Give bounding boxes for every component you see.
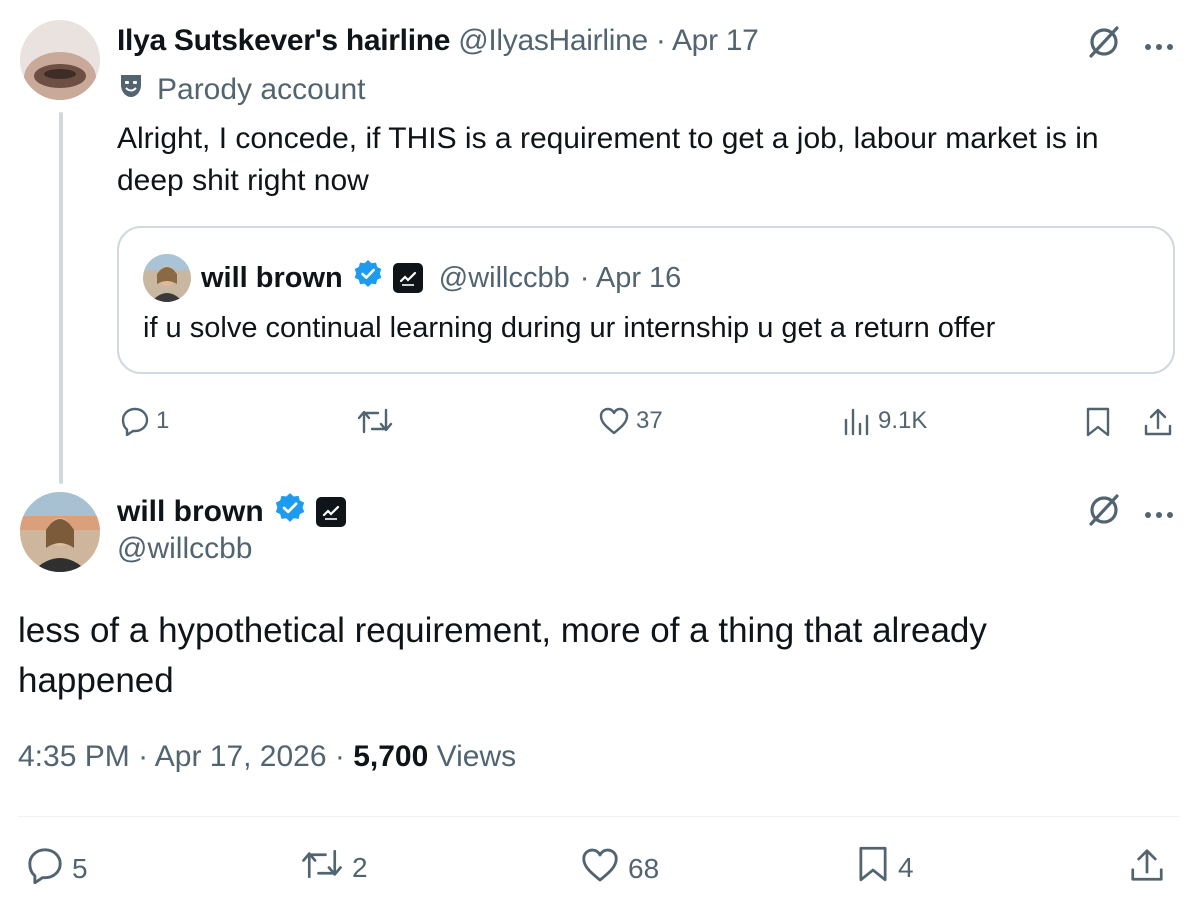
repost-icon <box>356 406 394 436</box>
repost-action[interactable]: 2 <box>300 846 368 889</box>
heart-icon <box>580 846 620 891</box>
reply-icon <box>120 406 150 436</box>
reply-count: 1 <box>156 407 170 434</box>
reply-action[interactable]: 1 <box>120 406 169 436</box>
views-icon <box>842 406 872 436</box>
grok-icon[interactable] <box>1086 492 1122 533</box>
share-icon <box>1142 406 1174 438</box>
heart-icon <box>598 406 630 436</box>
reply-icon <box>26 846 64 891</box>
bookmark-action[interactable]: 4 <box>856 844 914 891</box>
tweet-views-label: Views <box>436 740 517 773</box>
quote-date[interactable]: · Apr 16 <box>580 262 682 295</box>
parent-display-name[interactable]: Ilya Sutskever's hairline <box>117 24 450 57</box>
repost-action[interactable] <box>356 406 394 436</box>
tweet-metadata: 4:35 PM · Apr 17, 2026 · 5,700 Views <box>18 740 516 774</box>
bookmark-action[interactable] <box>1084 406 1112 438</box>
views-action[interactable]: 9.1K <box>842 406 927 436</box>
tweet-views-count: 5,700 <box>353 740 429 773</box>
parent-tweet-text: Alright, I concede, if THIS is a require… <box>117 122 1099 197</box>
like-count: 37 <box>636 407 663 434</box>
reply-display-name[interactable]: will brown <box>117 495 264 529</box>
reply-action[interactable]: 5 <box>26 846 88 891</box>
like-action[interactable]: 68 <box>580 846 659 891</box>
like-action[interactable]: 37 <box>598 406 663 436</box>
views-count: 9.1K <box>878 407 928 434</box>
quote-tweet-text: if u solve continual learning during ur … <box>143 312 996 344</box>
affiliation-badge-icon <box>392 263 423 293</box>
affiliation-badge-icon <box>315 497 346 527</box>
quote-handle[interactable]: @willccbb <box>439 262 570 295</box>
avatar-will-brown[interactable] <box>20 492 100 572</box>
share-icon <box>1128 846 1166 891</box>
thread-line <box>59 112 63 484</box>
parent-date[interactable]: · Apr 17 <box>656 24 759 57</box>
avatar-ilyas-hairline[interactable] <box>20 20 100 100</box>
reply-tweet-text: less of a hypothetical requirement, more… <box>18 611 987 700</box>
verified-badge-icon <box>353 259 383 297</box>
quote-display-name[interactable]: will brown <box>201 262 343 295</box>
quote-avatar <box>143 254 191 302</box>
reply-author-line: will brown <box>117 492 346 532</box>
more-options-icon[interactable] <box>1144 38 1174 56</box>
like-count: 68 <box>628 852 660 884</box>
parody-label: Parody account <box>157 73 366 106</box>
quote-tweet-card[interactable]: will brown @willccbb · Apr 16 if u solve… <box>117 226 1175 374</box>
bookmark-count: 4 <box>898 851 914 883</box>
share-action[interactable] <box>1128 846 1166 891</box>
divider <box>18 816 1180 817</box>
reply-handle[interactable]: @willccbb <box>117 532 252 566</box>
grok-icon[interactable] <box>1086 24 1122 65</box>
more-options-icon[interactable] <box>1144 506 1174 524</box>
repost-icon <box>300 846 344 889</box>
reply-count: 5 <box>72 852 88 884</box>
verified-badge-icon <box>274 492 306 532</box>
repost-count: 2 <box>352 851 368 883</box>
bookmark-icon <box>1084 406 1112 438</box>
share-action[interactable] <box>1142 406 1174 438</box>
parody-mask-icon <box>117 72 145 108</box>
tweet-time[interactable]: 4:35 PM <box>18 740 130 773</box>
bookmark-icon <box>856 844 890 891</box>
quote-author-line: will brown @willccbb · Apr 16 <box>143 254 681 302</box>
parody-badge: Parody account <box>117 72 365 108</box>
parent-author-line: Ilya Sutskever's hairline @IlyasHairline… <box>117 24 759 58</box>
parent-handle[interactable]: @IlyasHairline <box>458 24 648 57</box>
tweet-date[interactable]: · Apr 17, 2026 · <box>138 740 345 773</box>
